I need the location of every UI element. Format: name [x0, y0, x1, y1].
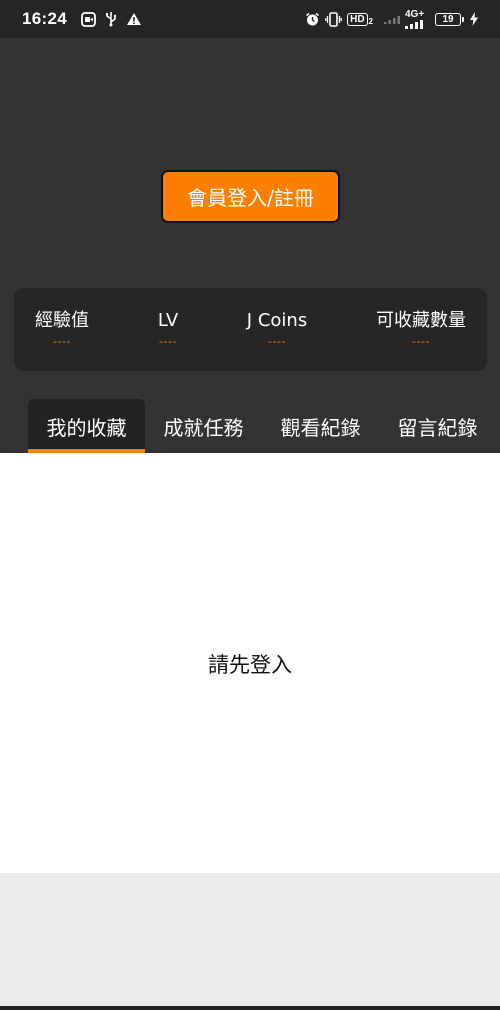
bottom-area	[0, 873, 500, 1006]
tab-label: 觀看紀錄	[280, 415, 361, 440]
tab-content: 請先登入	[0, 453, 500, 873]
member-header: 會員登入/註冊 經驗值 ---- LV ---- J Coins ---- 可收…	[0, 38, 500, 453]
tab-watch-history[interactable]: 觀看紀錄	[262, 399, 379, 453]
stat-experience: 經驗值 ----	[35, 310, 89, 348]
stat-value: ----	[412, 335, 430, 348]
warning-icon	[126, 12, 142, 26]
stat-level: LV ----	[158, 310, 178, 348]
tab-label: 成就任務	[163, 415, 244, 440]
weak-signal-icon	[384, 14, 400, 24]
stat-label: J Coins	[246, 310, 308, 331]
status-right-icons: HD 2 4G+ 19	[305, 9, 478, 29]
status-left-icons	[81, 11, 142, 27]
tab-bar: 我的收藏 成就任務 觀看紀錄 留言紀錄	[14, 399, 500, 453]
stats-card: 經驗值 ---- LV ---- J Coins ---- 可收藏數量 ----	[14, 288, 487, 371]
tab-achievements[interactable]: 成就任務	[145, 399, 262, 453]
tab-my-collection[interactable]: 我的收藏	[28, 399, 145, 453]
battery-icon: 19	[435, 12, 464, 26]
vibrate-icon	[325, 11, 342, 27]
stat-value: ----	[53, 335, 71, 348]
tab-comment-history[interactable]: 留言紀錄	[379, 399, 496, 453]
navigation-bar	[0, 1006, 500, 1010]
alarm-icon	[305, 12, 320, 27]
tab-label: 我的收藏	[46, 415, 127, 440]
hd-voice-icon: HD 2	[347, 12, 373, 26]
usb-icon	[105, 11, 117, 27]
stat-label: 經驗值	[35, 310, 89, 331]
stat-value: ----	[159, 335, 177, 348]
charging-icon	[470, 12, 478, 26]
login-register-button[interactable]: 會員登入/註冊	[161, 170, 340, 223]
signal-icon: 4G+	[405, 9, 427, 29]
status-bar: 16:24 HD 2 4G+ 19	[0, 0, 500, 38]
stat-collectible-count: 可收藏數量 ----	[376, 310, 466, 348]
video-record-icon	[81, 11, 96, 27]
stat-label: LV	[157, 310, 179, 331]
stat-label: 可收藏數量	[376, 310, 466, 331]
tab-label: 留言紀錄	[397, 415, 478, 440]
login-prompt: 請先登入	[208, 653, 292, 677]
stat-jcoins: J Coins ----	[247, 310, 307, 348]
status-time: 16:24	[22, 9, 67, 28]
stat-value: ----	[268, 335, 286, 348]
